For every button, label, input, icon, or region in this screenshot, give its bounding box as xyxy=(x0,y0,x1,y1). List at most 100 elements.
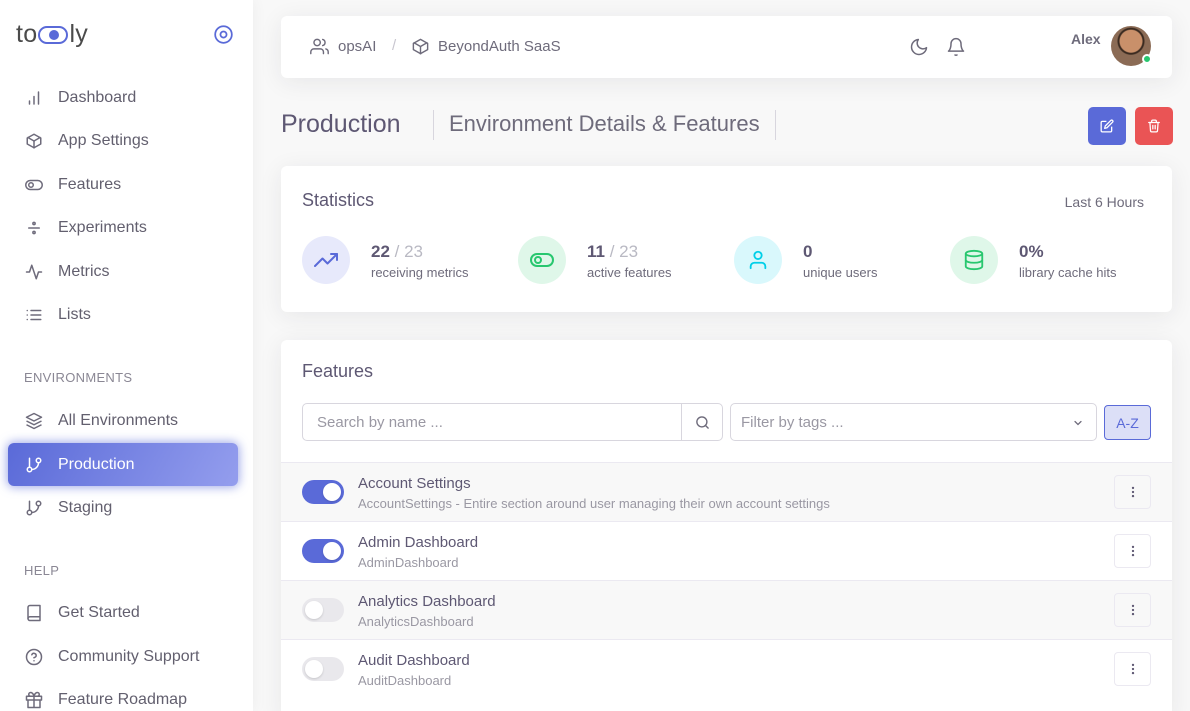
feature-toggle[interactable] xyxy=(302,657,344,681)
stat-label: receiving metrics xyxy=(371,264,469,280)
moon-icon[interactable] xyxy=(909,37,929,57)
online-status-indicator xyxy=(1142,54,1152,64)
feature-name[interactable]: Admin Dashboard xyxy=(358,534,478,551)
database-icon xyxy=(950,236,998,284)
sidebar-item-all-environments[interactable]: All Environments xyxy=(8,399,238,442)
breadcrumb-app-label: BeyondAuth SaaS xyxy=(438,38,561,55)
features-card: Features Filter by tags ... A-Z Account … xyxy=(281,340,1172,711)
stat-label: library cache hits xyxy=(1019,264,1117,280)
sidebar-item-label: Metrics xyxy=(58,262,110,280)
breadcrumb-separator: / xyxy=(392,37,397,54)
help-circle-icon xyxy=(24,647,44,667)
feature-name[interactable]: Account Settings xyxy=(358,475,471,492)
sidebar-item-dashboard[interactable]: Dashboard xyxy=(8,76,238,119)
trending-up-icon xyxy=(302,236,350,284)
sidebar-item-lists[interactable]: Lists xyxy=(8,293,238,336)
trash-icon xyxy=(1147,119,1161,133)
book-icon xyxy=(24,603,44,623)
breadcrumb-org[interactable]: opsAI xyxy=(309,37,376,56)
feature-menu-button[interactable] xyxy=(1114,534,1151,568)
sidebar-item-label: Feature Roadmap xyxy=(58,690,187,708)
users-icon xyxy=(309,37,330,56)
feature-name[interactable]: Analytics Dashboard xyxy=(358,593,496,610)
feature-row: Admin Dashboard AdminDashboard xyxy=(281,521,1172,580)
top-navbar: opsAI / BeyondAuth SaaS Alex xyxy=(281,16,1172,78)
sidebar-item-label: Features xyxy=(58,175,122,193)
feature-menu-button[interactable] xyxy=(1114,475,1151,509)
chevron-down-icon xyxy=(1072,417,1084,429)
box-icon xyxy=(411,37,430,56)
toggle-icon xyxy=(518,236,566,284)
divide-icon xyxy=(24,218,44,238)
feature-toggle[interactable] xyxy=(302,598,344,622)
stat-value: 22 / 23 xyxy=(371,241,424,261)
sidebar-item-label: Lists xyxy=(58,305,91,323)
sidebar-item-app-settings[interactable]: App Settings xyxy=(8,119,238,162)
search-button[interactable] xyxy=(681,404,722,440)
sidebar-item-staging[interactable]: Staging xyxy=(8,486,238,529)
sidebar-item-label: Experiments xyxy=(58,218,147,236)
feature-toggle[interactable] xyxy=(302,539,344,563)
breadcrumb-app[interactable]: BeyondAuth SaaS xyxy=(411,37,561,56)
feature-menu-button[interactable] xyxy=(1114,652,1151,686)
toggle-knob xyxy=(305,601,323,619)
tag-filter-select[interactable]: Filter by tags ... xyxy=(730,403,1097,441)
feature-key: AdminDashboard xyxy=(358,555,459,570)
sort-az-button[interactable]: A-Z xyxy=(1104,405,1151,440)
sidebar: to ly Dashboard App Settings Features Exp… xyxy=(0,0,253,711)
sidebar-item-community-support[interactable]: Community Support xyxy=(8,635,238,678)
statistics-range[interactable]: Last 6 Hours xyxy=(1065,194,1144,210)
layers-icon xyxy=(24,411,44,431)
sidebar-item-features[interactable]: Features xyxy=(8,163,238,206)
logo-toggle-icon xyxy=(38,26,69,44)
edit-icon xyxy=(1100,119,1114,133)
search-icon xyxy=(695,415,710,430)
sidebar-collapse-icon[interactable] xyxy=(213,24,234,45)
git-branch-icon xyxy=(24,498,44,518)
search-input[interactable] xyxy=(303,404,681,440)
toggle-knob xyxy=(323,542,341,560)
gift-icon xyxy=(24,690,44,710)
page-title: Production xyxy=(281,110,401,138)
sidebar-item-metrics[interactable]: Metrics xyxy=(8,250,238,293)
feature-key: AccountSettings - Entire section around … xyxy=(358,496,830,511)
logo-text-start: to xyxy=(16,19,38,48)
delete-environment-button[interactable] xyxy=(1135,107,1173,145)
feature-name[interactable]: Audit Dashboard xyxy=(358,652,470,669)
sidebar-item-label: All Environments xyxy=(58,411,179,429)
user-name[interactable]: Alex xyxy=(1071,31,1101,47)
more-vertical-icon xyxy=(1126,544,1140,558)
app-logo[interactable]: to ly xyxy=(16,18,88,50)
sidebar-item-feature-roadmap[interactable]: Feature Roadmap xyxy=(8,678,238,711)
stat-value: 11 / 23 xyxy=(587,241,639,261)
stat-value: 0% xyxy=(1019,241,1044,261)
feature-toggle[interactable] xyxy=(302,480,344,504)
avatar[interactable] xyxy=(1111,26,1152,66)
edit-environment-button[interactable] xyxy=(1088,107,1126,145)
box-icon xyxy=(24,131,44,151)
sidebar-item-production[interactable]: Production xyxy=(8,443,238,486)
logo-text-end: ly xyxy=(69,19,89,48)
stat-label: active features xyxy=(587,264,672,280)
feature-row: Account Settings AccountSettings - Entir… xyxy=(281,462,1172,521)
bar-chart-icon xyxy=(24,88,44,108)
more-vertical-icon xyxy=(1126,485,1140,499)
more-vertical-icon xyxy=(1126,603,1140,617)
sidebar-item-label: App Settings xyxy=(58,131,149,149)
sidebar-item-label: Community Support xyxy=(58,647,200,665)
bell-icon[interactable] xyxy=(946,37,966,57)
git-branch-icon xyxy=(24,455,44,475)
tag-filter-placeholder: Filter by tags ... xyxy=(741,413,844,431)
feature-row: Audit Dashboard AuditDashboard xyxy=(281,639,1172,698)
stat-library-cache-hits: 0% library cache hits xyxy=(950,236,1117,284)
feature-menu-button[interactable] xyxy=(1114,593,1151,627)
feature-key: AuditDashboard xyxy=(358,673,452,688)
stat-unique-users: 0 unique users xyxy=(734,236,877,284)
feature-key: AnalyticsDashboard xyxy=(358,614,474,629)
sidebar-item-label: Production xyxy=(58,455,135,473)
sidebar-item-experiments[interactable]: Experiments xyxy=(8,206,238,249)
toggle-icon xyxy=(24,175,44,195)
sidebar-item-label: Dashboard xyxy=(58,88,137,106)
page-subtitle: Environment Details & Features xyxy=(433,110,776,140)
sidebar-item-get-started[interactable]: Get Started xyxy=(8,591,238,634)
